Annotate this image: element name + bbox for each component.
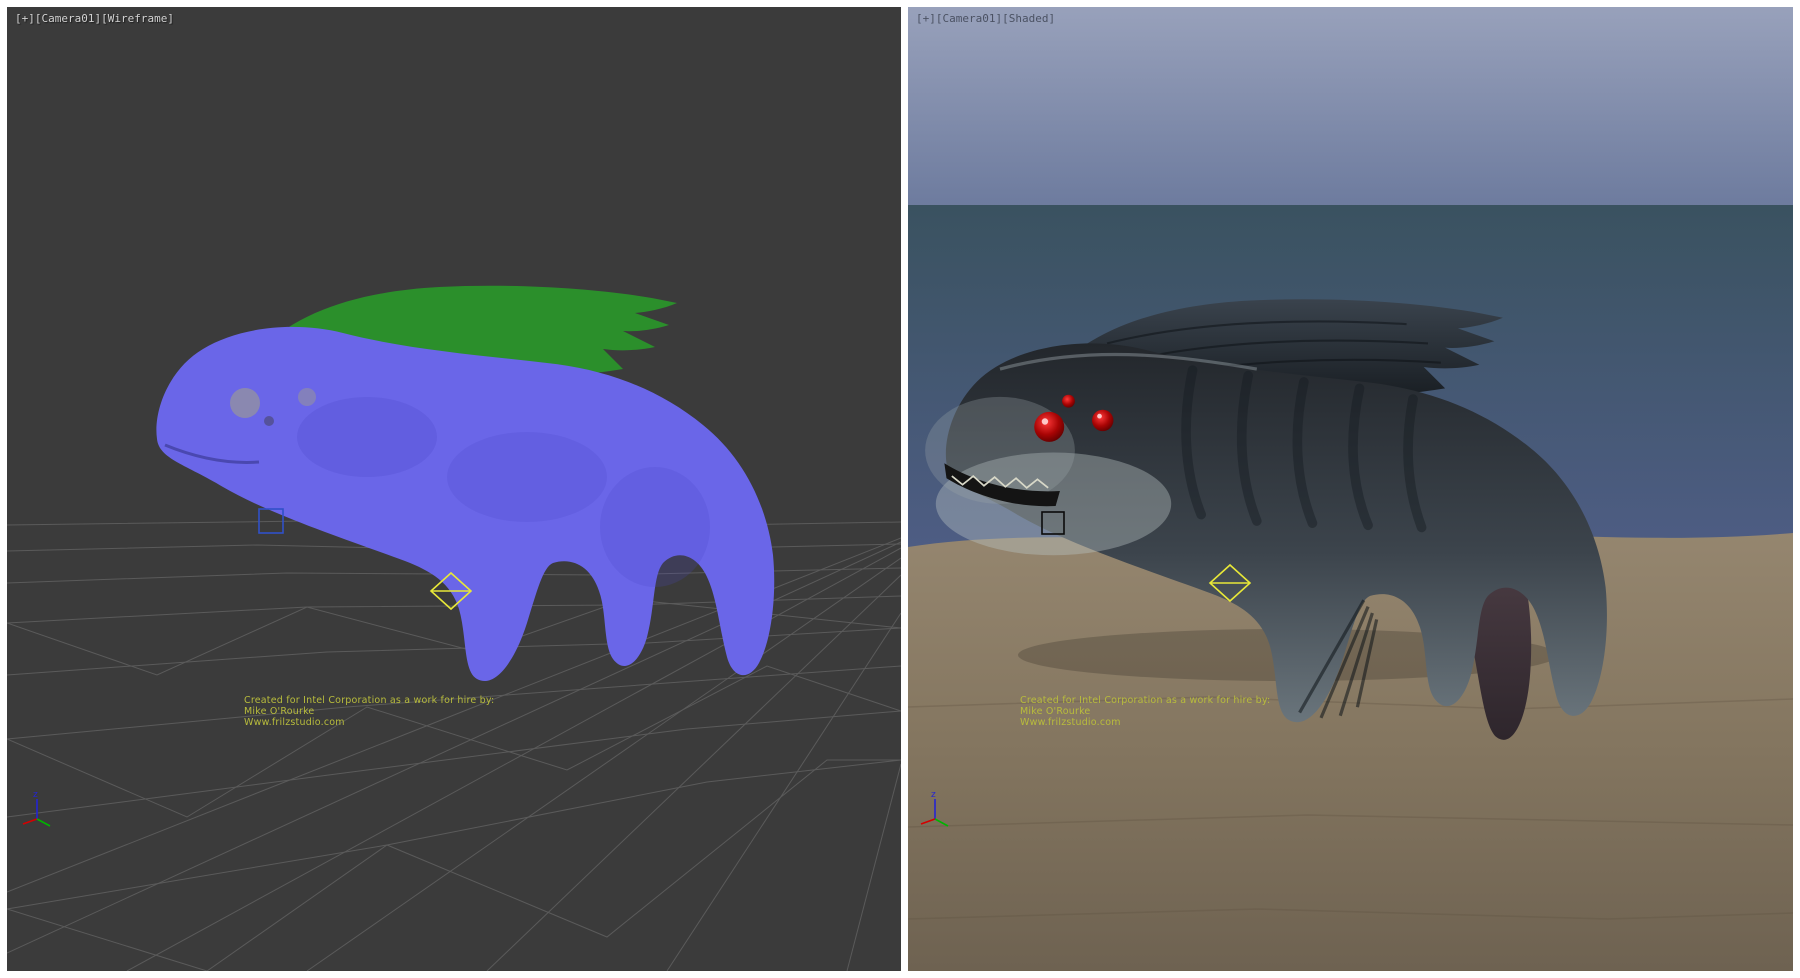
viewport-shaded[interactable]: [+][Camera01][Shaded] bbox=[908, 7, 1793, 971]
credit-line: Www.frilzstudio.com bbox=[1020, 717, 1270, 728]
credit-line: Mike O'Rourke bbox=[1020, 706, 1270, 717]
viewport-shading-menu-button[interactable]: [Shaded] bbox=[1002, 12, 1055, 25]
fish-eye bbox=[1034, 412, 1064, 442]
viewport-label: [+][Camera01][Shaded] bbox=[916, 12, 1055, 25]
fish-eye bbox=[230, 388, 260, 418]
viewport-general-menu-button[interactable]: [+] bbox=[15, 12, 35, 25]
fish-eye-small bbox=[1062, 395, 1075, 408]
viewport-pov-menu-button[interactable]: [Camera01] bbox=[35, 12, 101, 25]
fish-eye-spot bbox=[298, 388, 316, 406]
eye-specular bbox=[1042, 418, 1048, 424]
scene-credit-text: Created for Intel Corporation as a work … bbox=[1020, 695, 1270, 729]
viewport-wireframe[interactable]: [+][Camera01][Wireframe] bbox=[7, 7, 901, 971]
credit-line: Www.frilzstudio.com bbox=[244, 717, 494, 728]
wire-shading-patch bbox=[447, 432, 607, 522]
fish-eye-dot bbox=[264, 416, 274, 426]
credit-line: Created for Intel Corporation as a work … bbox=[244, 695, 494, 706]
wireframe-scene: z bbox=[7, 7, 901, 971]
viewport-general-menu-button[interactable]: [+] bbox=[916, 12, 936, 25]
credit-line: Mike O'Rourke bbox=[244, 706, 494, 717]
viewport-pov-menu-button[interactable]: [Camera01] bbox=[936, 12, 1002, 25]
viewport-label: [+][Camera01][Wireframe] bbox=[15, 12, 174, 25]
wire-shading-patch bbox=[600, 467, 710, 587]
scene-credit-text: Created for Intel Corporation as a work … bbox=[244, 695, 494, 729]
sky-background bbox=[908, 7, 1793, 207]
world-axis-tripod: z bbox=[23, 790, 50, 826]
wire-shading-patch bbox=[297, 397, 437, 477]
shaded-scene: z bbox=[908, 7, 1793, 971]
fish-model-wireframe[interactable] bbox=[156, 286, 774, 681]
fish-eye bbox=[1092, 410, 1113, 431]
eye-specular bbox=[1097, 414, 1102, 419]
axis-z-label: z bbox=[931, 790, 936, 800]
credit-line: Created for Intel Corporation as a work … bbox=[1020, 695, 1270, 706]
viewport-shading-menu-button[interactable]: [Wireframe] bbox=[101, 12, 174, 25]
axis-z-label: z bbox=[33, 790, 38, 800]
dual-viewport-area: [+][Camera01][Wireframe] bbox=[0, 0, 1800, 978]
